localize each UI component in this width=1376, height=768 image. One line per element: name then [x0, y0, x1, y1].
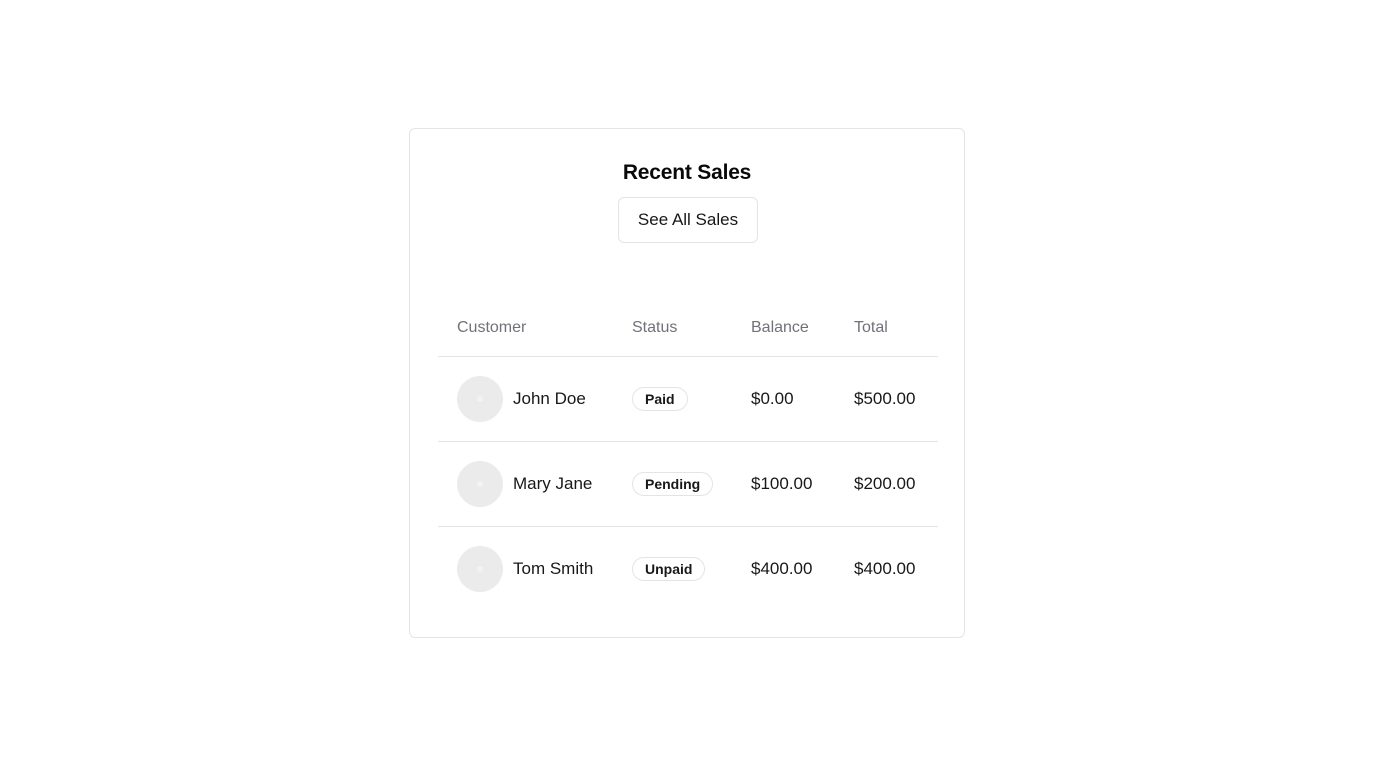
customer-name: John Doe — [513, 389, 586, 408]
avatar — [457, 546, 503, 592]
avatar — [457, 461, 503, 507]
avatar-placeholder-icon — [477, 396, 483, 402]
header-balance: Balance — [751, 319, 809, 336]
table-row: Mary Jane Pending $100.00 $200.00 — [438, 442, 938, 527]
customer-name: Tom Smith — [513, 559, 594, 578]
total-value: $400.00 — [854, 559, 916, 578]
table-row: Tom Smith Unpaid $400.00 $400.00 — [438, 527, 938, 611]
see-all-sales-button[interactable]: See All Sales — [618, 197, 758, 243]
total-value: $200.00 — [854, 474, 916, 493]
status-badge: Unpaid — [632, 557, 706, 581]
avatar — [457, 376, 503, 422]
table-header: Customer Status Balance Total — [438, 305, 938, 357]
balance-value: $100.00 — [751, 474, 813, 493]
balance-value: $0.00 — [751, 389, 794, 408]
avatar-placeholder-icon — [477, 481, 483, 487]
header-status: Status — [632, 319, 678, 336]
header-total: Total — [854, 319, 888, 336]
status-badge: Pending — [632, 472, 714, 496]
balance-value: $400.00 — [751, 559, 813, 578]
card-title: Recent Sales — [622, 161, 752, 184]
recent-sales-card: Recent Sales See All Sales Customer Stat… — [409, 128, 965, 638]
avatar-placeholder-icon — [477, 566, 483, 572]
sales-table: Customer Status Balance Total John Doe P… — [438, 305, 938, 611]
customer-name: Mary Jane — [513, 474, 593, 493]
status-badge: Paid — [632, 387, 688, 411]
header-customer: Customer — [457, 319, 527, 336]
table-row: John Doe Paid $0.00 $500.00 — [438, 357, 938, 442]
total-value: $500.00 — [854, 389, 916, 408]
